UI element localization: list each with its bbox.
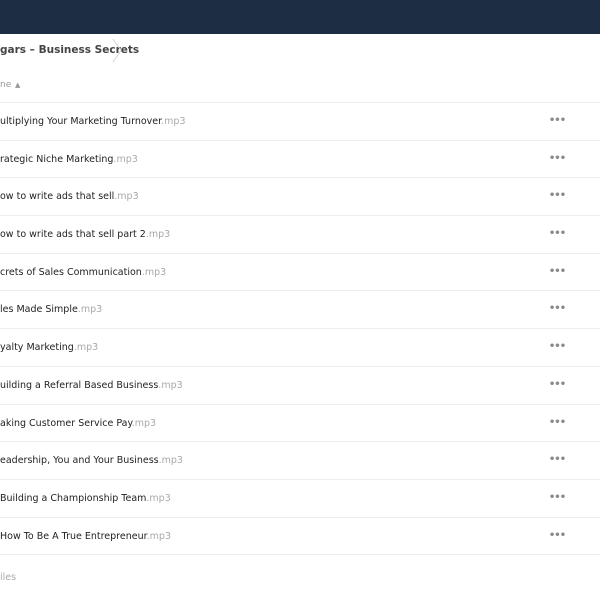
file-basename: How To Be A True Entrepreneur (0, 530, 147, 542)
file-extension: .mp3 (146, 492, 171, 504)
file-basename: eadership, You and Your Business (0, 455, 159, 467)
more-actions-icon[interactable]: ••• (546, 303, 568, 317)
file-name[interactable]: How To Be A True Entrepreneur.mp3 (0, 518, 171, 555)
file-row[interactable]: les Made Simple.mp3 ••• (0, 291, 600, 330)
file-extension: .mp3 (145, 229, 171, 241)
file-row[interactable]: eadership, You and Your Business.mp3 ••• (0, 442, 600, 480)
file-name[interactable]: eadership, You and Your Business.mp3 (0, 442, 183, 479)
file-basename: ow to write ads that sell part 2 (0, 229, 146, 241)
more-actions-icon[interactable]: ••• (546, 190, 568, 204)
file-basename: les Made Simple (0, 304, 78, 316)
more-actions-icon[interactable]: ••• (546, 228, 568, 242)
more-actions-icon[interactable]: ••• (546, 115, 568, 129)
file-row[interactable]: yalty Marketing.mp3 ••• (0, 329, 600, 367)
name-column-header[interactable]: ne (0, 67, 11, 103)
file-name[interactable]: rategic Niche Marketing.mp3 (0, 141, 138, 178)
more-actions-icon[interactable]: ••• (546, 530, 568, 544)
more-actions-icon[interactable]: ••• (546, 379, 568, 393)
top-header-bar (0, 0, 600, 34)
more-actions-icon[interactable]: ••• (546, 266, 568, 280)
file-name[interactable]: les Made Simple.mp3 (0, 291, 102, 328)
file-basename: ow to write ads that sell (0, 191, 115, 203)
file-name[interactable]: uilding a Referral Based Business.mp3 (0, 367, 183, 404)
file-name[interactable]: ow to write ads that sell.mp3 (0, 178, 139, 215)
file-extension: .mp3 (73, 342, 99, 354)
file-basename: yalty Marketing (0, 342, 74, 354)
file-extension: .mp3 (113, 153, 138, 165)
file-basename: aking Customer Service Pay (0, 417, 132, 429)
more-actions-icon[interactable]: ••• (546, 417, 568, 431)
file-extension: .mp3 (141, 266, 167, 278)
file-name[interactable]: aking Customer Service Pay.mp3 (0, 405, 156, 442)
more-actions-icon[interactable]: ••• (546, 492, 568, 506)
file-row[interactable]: aking Customer Service Pay.mp3 ••• (0, 405, 600, 443)
file-extension: .mp3 (77, 304, 103, 316)
more-actions-icon[interactable]: ••• (546, 341, 568, 355)
file-row[interactable]: ultiplying Your Marketing Turnover.mp3 ••… (0, 103, 600, 141)
file-basename: crets of Sales Communication (0, 266, 142, 278)
file-row[interactable]: Building a Championship Team.mp3 ••• (0, 480, 600, 518)
file-basename: uilding a Referral Based Business (0, 379, 159, 391)
file-row[interactable]: ow to write ads that sell.mp3 ••• (0, 178, 600, 217)
file-extension: .mp3 (158, 379, 183, 391)
file-row[interactable]: How To Be A True Entrepreneur.mp3 ••• (0, 518, 600, 556)
file-extension: .mp3 (131, 417, 157, 429)
file-name[interactable]: Building a Championship Team.mp3 (0, 480, 171, 517)
file-extension: .mp3 (146, 530, 172, 542)
breadcrumb-chevron-icon (112, 38, 122, 63)
file-list: ultiplying Your Marketing Turnover.mp3 ••… (0, 103, 600, 556)
file-row[interactable]: rategic Niche Marketing.mp3 ••• (0, 141, 600, 179)
more-actions-icon[interactable]: ••• (546, 454, 568, 468)
file-row[interactable]: uilding a Referral Based Business.mp3 ••• (0, 367, 600, 405)
sort-ascending-icon[interactable]: ▲ (15, 67, 20, 103)
file-extension: .mp3 (161, 116, 186, 127)
file-name[interactable]: crets of Sales Communication.mp3 (0, 254, 166, 291)
file-name[interactable]: yalty Marketing.mp3 (0, 329, 98, 366)
file-row[interactable]: ow to write ads that sell part 2.mp3 ••• (0, 216, 600, 254)
file-basename: Building a Championship Team (0, 492, 147, 504)
breadcrumb: gars – Business Secrets (0, 34, 600, 67)
file-list-header: ne ▲ (0, 67, 600, 103)
file-row[interactable]: crets of Sales Communication.mp3 ••• (0, 254, 600, 292)
file-count-summary: iles (0, 572, 17, 583)
more-actions-icon[interactable]: ••• (546, 153, 568, 167)
file-extension: .mp3 (114, 191, 139, 203)
file-extension: .mp3 (158, 455, 183, 467)
file-basename: ultiplying Your Marketing Turnover (0, 116, 162, 127)
file-name[interactable]: ultiplying Your Marketing Turnover.mp3 (0, 103, 186, 140)
file-name[interactable]: ow to write ads that sell part 2.mp3 (0, 216, 170, 253)
file-basename: rategic Niche Marketing (0, 153, 114, 165)
